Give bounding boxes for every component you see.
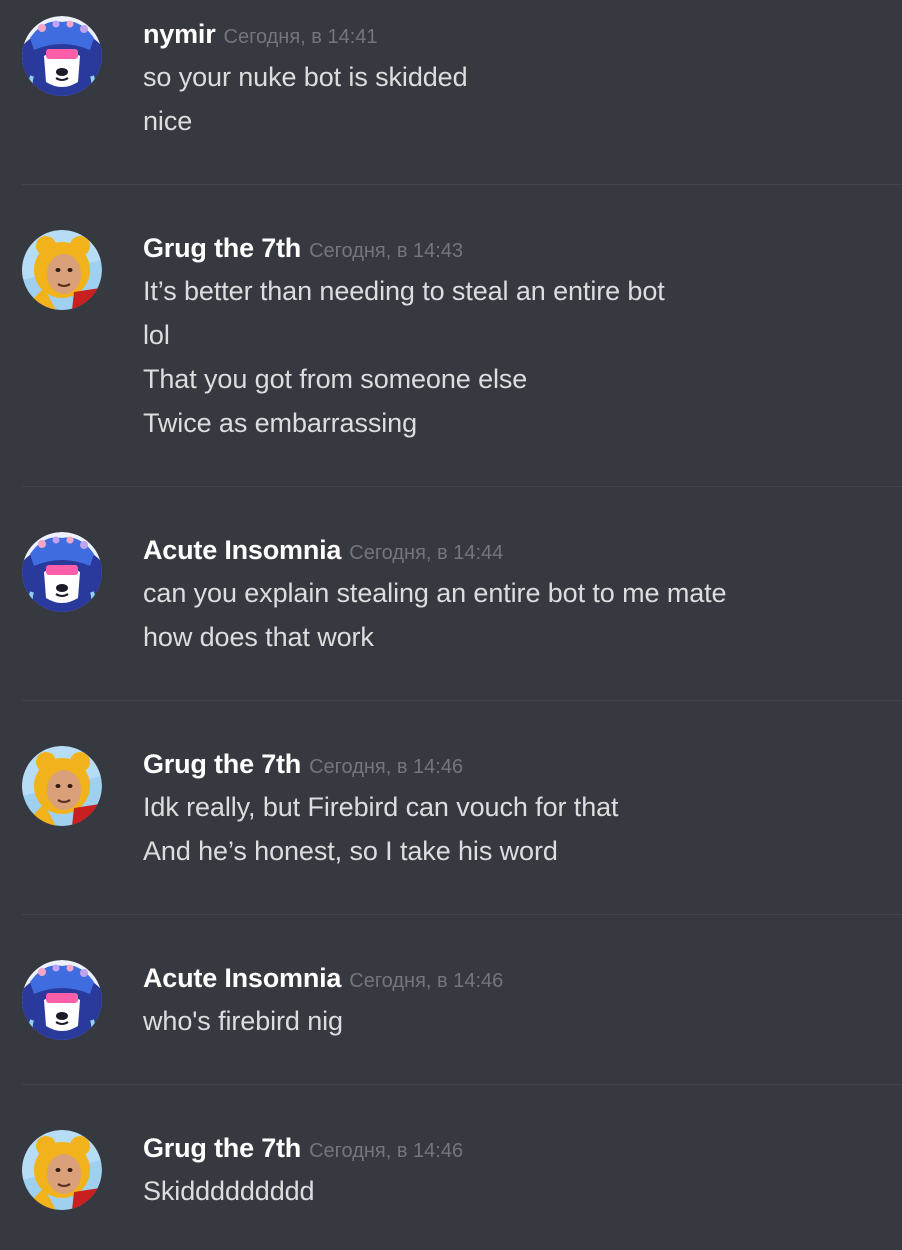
message-text: And he’s honest, so I take his word <box>143 836 558 866</box>
user-avatar[interactable] <box>22 746 102 826</box>
user-avatar[interactable] <box>22 1130 102 1210</box>
chat-log: nymir Сегодня, в 14:41 so your nuke bot i… <box>0 0 902 1250</box>
message-header: Grug the 7th Сегодня, в 14:46 <box>143 749 463 780</box>
user-avatar[interactable] <box>22 230 102 310</box>
message-text: Idk really, but Firebird can vouch for t… <box>143 792 619 822</box>
message-header: Acute Insomnia Сегодня, в 14:46 <box>143 963 503 994</box>
message-text: Twice as embarrassing <box>143 408 418 438</box>
message-text: lol <box>143 320 170 350</box>
message-text: how does that work <box>143 622 374 652</box>
message-header: Grug the 7th Сегодня, в 14:43 <box>143 233 463 264</box>
message-header: Acute Insomnia Сегодня, в 14:44 <box>143 535 503 566</box>
username[interactable]: Grug the 7th <box>143 1133 301 1163</box>
timestamp[interactable]: Сегодня, в 14:46 <box>309 756 463 778</box>
timestamp[interactable]: Сегодня, в 14:43 <box>309 240 463 262</box>
message-divider <box>22 486 902 487</box>
user-avatar[interactable] <box>22 532 102 612</box>
user-avatar[interactable] <box>22 960 102 1040</box>
message-divider <box>22 1084 902 1085</box>
message-divider <box>22 184 902 185</box>
message-divider <box>22 914 902 915</box>
username[interactable]: Acute Insomnia <box>143 535 341 565</box>
message-header: Grug the 7th Сегодня, в 14:46 <box>143 1133 463 1164</box>
message-text: That you got from someone else <box>143 364 528 394</box>
message-text: can you explain stealing an entire bot t… <box>143 578 727 608</box>
message-text: nice <box>143 106 193 136</box>
message-text: It’s better than needing to steal an ent… <box>143 276 665 306</box>
username[interactable]: Acute Insomnia <box>143 963 341 993</box>
user-avatar[interactable] <box>22 16 102 96</box>
username[interactable]: Grug the 7th <box>143 233 301 263</box>
message-text: Skiddddddddd <box>143 1176 315 1206</box>
message-text: who's firebird nig <box>143 1006 343 1036</box>
message-header: nymir Сегодня, в 14:41 <box>143 19 378 50</box>
timestamp[interactable]: Сегодня, в 14:44 <box>349 542 503 564</box>
username[interactable]: Grug the 7th <box>143 749 301 779</box>
message-divider <box>22 700 902 701</box>
timestamp[interactable]: Сегодня, в 14:46 <box>309 1140 463 1162</box>
timestamp[interactable]: Сегодня, в 14:41 <box>224 26 378 48</box>
timestamp[interactable]: Сегодня, в 14:46 <box>349 970 503 992</box>
username[interactable]: nymir <box>143 19 216 49</box>
message-text: so your nuke bot is skidded <box>143 62 468 92</box>
